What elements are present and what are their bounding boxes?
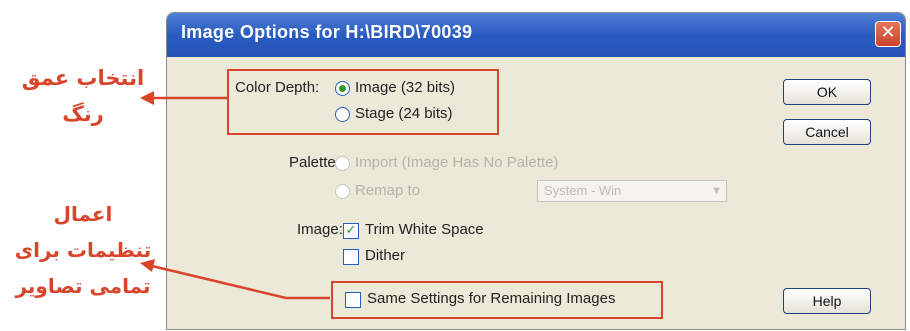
title-bar[interactable]: Image Options for H:\BIRD\70039 ✕ bbox=[167, 13, 905, 57]
dither-checkbox[interactable] bbox=[343, 249, 359, 265]
palette-label: Palette: bbox=[289, 154, 340, 171]
remap-to-label: Remap to bbox=[355, 182, 421, 199]
radio-selected-dot bbox=[339, 85, 346, 92]
annotation-line: اعمال bbox=[53, 202, 113, 226]
annotation-apply-all: اعمال تنظیمات برای تمامی تصاویر bbox=[8, 202, 158, 298]
annotation-color-depth: انتخاب عمق رنگ bbox=[8, 66, 158, 126]
chevron-down-icon: ▼ bbox=[711, 185, 722, 197]
check-icon: ✓ bbox=[345, 223, 357, 238]
dither-label[interactable]: Dither bbox=[365, 247, 405, 264]
radio-image-32[interactable] bbox=[335, 81, 350, 96]
image-label: Image: bbox=[297, 221, 343, 238]
remap-palette-select[interactable]: System - Win ▼ bbox=[537, 180, 727, 202]
same-settings-label[interactable]: Same Settings for Remaining Images bbox=[367, 290, 615, 307]
radio-image-32-label[interactable]: Image (32 bits) bbox=[355, 79, 455, 96]
trim-white-space-checkbox[interactable]: ✓ bbox=[343, 223, 359, 239]
close-button[interactable]: ✕ bbox=[875, 21, 901, 47]
annotation-line: انتخاب عمق bbox=[21, 66, 145, 90]
color-depth-label: Color Depth: bbox=[235, 79, 320, 96]
import-palette-label: Import (Image Has No Palette) bbox=[355, 154, 559, 171]
radio-stage-24[interactable] bbox=[335, 107, 350, 122]
trim-white-space-label[interactable]: Trim White Space bbox=[365, 221, 484, 238]
close-icon: ✕ bbox=[880, 22, 896, 43]
annotation-line: تمامی تصاویر bbox=[15, 274, 151, 298]
help-button[interactable]: Help bbox=[783, 288, 871, 314]
image-options-dialog: Image Options for H:\BIRD\70039 ✕ Color … bbox=[166, 12, 906, 330]
same-settings-checkbox[interactable] bbox=[345, 292, 361, 308]
ok-button[interactable]: OK bbox=[783, 79, 871, 105]
dialog-title: Image Options for H:\BIRD\70039 bbox=[181, 22, 473, 42]
annotation-line: تنظیمات برای bbox=[14, 238, 152, 262]
radio-remap-to[interactable] bbox=[335, 184, 350, 199]
radio-stage-24-label[interactable]: Stage (24 bits) bbox=[355, 105, 453, 122]
annotation-line: رنگ bbox=[62, 102, 104, 126]
cancel-button[interactable]: Cancel bbox=[783, 119, 871, 145]
remap-palette-value: System - Win bbox=[544, 183, 622, 198]
radio-import-palette[interactable] bbox=[335, 156, 350, 171]
